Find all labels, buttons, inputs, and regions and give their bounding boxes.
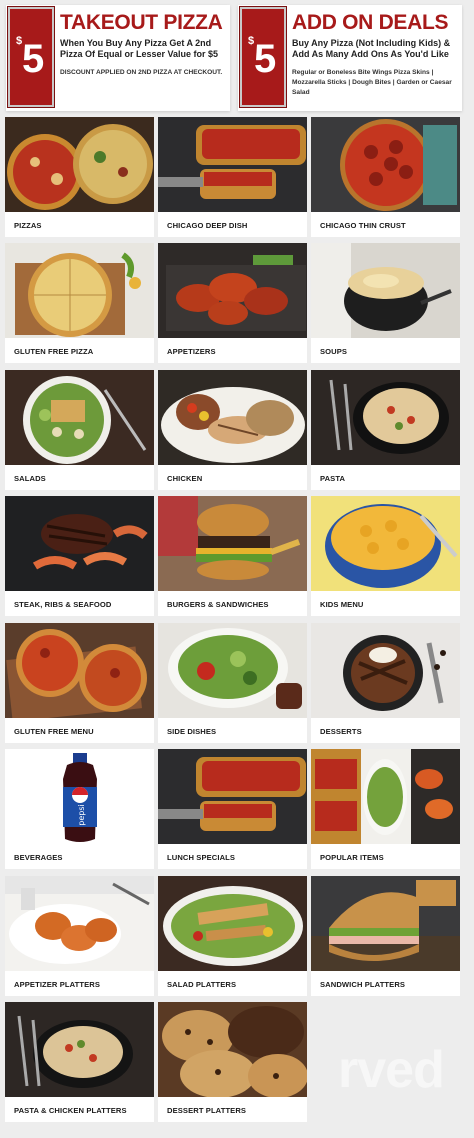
menu-category-card[interactable]: PIZZAS xyxy=(5,117,154,237)
menu-category-card[interactable]: LUNCH SPECIALS xyxy=(158,749,307,869)
menu-category-card[interactable]: PASTA xyxy=(311,370,460,490)
menu-category-card[interactable]: SOUPS xyxy=(311,243,460,363)
pasta-photo[interactable] xyxy=(311,370,460,465)
promo-note: DISCOUNT APPLIED ON 2ND PIZZA AT CHECKOU… xyxy=(60,69,223,76)
menu-category-card[interactable]: PASTA & CHICKEN PLATTERS xyxy=(5,1002,154,1122)
menu-category-label[interactable]: DESSERTS xyxy=(320,727,362,736)
takeout-pizza-promo[interactable]: $ 5 TAKEOUT PIZZA When You Buy Any Pizza… xyxy=(6,5,230,111)
menu-category-card[interactable]: BURGERS & SANDWICHES xyxy=(158,496,307,616)
menu-category-label[interactable]: PASTA xyxy=(320,474,345,483)
menu-category-label[interactable]: GLUTEN FREE PIZZA xyxy=(14,347,93,356)
menu-category-label[interactable]: STEAK, RIBS & SEAFOOD xyxy=(14,600,111,609)
promo-banners: $ 5 TAKEOUT PIZZA When You Buy Any Pizza… xyxy=(6,5,468,111)
menu-category-card[interactable]: SIDE DISHES xyxy=(158,623,307,743)
menu-category-label[interactable]: CHICAGO DEEP DISH xyxy=(167,221,247,230)
menu-category-card[interactable]: CHICAGO DEEP DISH xyxy=(158,117,307,237)
menu-category-label[interactable]: SANDWICH PLATTERS xyxy=(320,980,405,989)
menu-category-label[interactable]: KIDS MENU xyxy=(320,600,364,609)
promo-title: ADD ON DEALS xyxy=(292,11,449,34)
wings-photo[interactable] xyxy=(158,243,307,338)
chicken-photo[interactable] xyxy=(158,370,307,465)
menu-category-label[interactable]: GLUTEN FREE MENU xyxy=(14,727,94,736)
menu-category-label[interactable]: POPULAR ITEMS xyxy=(320,853,384,862)
menu-category-label[interactable]: APPETIZER PLATTERS xyxy=(14,980,100,989)
dessert-photo[interactable] xyxy=(311,623,460,718)
pizza-photo[interactable] xyxy=(5,117,154,212)
promo-subtitle: When You Buy Any Pizza Get A 2nd Pizza O… xyxy=(60,38,219,59)
menu-category-card[interactable]: pepsi BEVERAGES xyxy=(5,749,154,869)
menu-category-label[interactable]: CHICKEN xyxy=(167,474,202,483)
steak-photo[interactable] xyxy=(5,496,154,591)
pasta-platter-photo[interactable] xyxy=(5,1002,154,1097)
salad-platter-photo[interactable] xyxy=(158,876,307,971)
menu-category-card[interactable]: CHICKEN xyxy=(158,370,307,490)
svg-text:pepsi: pepsi xyxy=(77,804,86,825)
menu-category-label[interactable]: SOUPS xyxy=(320,347,347,356)
burger-photo[interactable] xyxy=(158,496,307,591)
thin-crust-photo[interactable] xyxy=(311,117,460,212)
appetizer-platter-photo[interactable] xyxy=(5,876,154,971)
menu-category-label[interactable]: DESSERT PLATTERS xyxy=(167,1106,246,1115)
menu-category-card[interactable]: GLUTEN FREE MENU xyxy=(5,623,154,743)
side-salad-photo[interactable] xyxy=(158,623,307,718)
price-badge: $ 5 xyxy=(7,6,55,108)
watermark-text: rved xyxy=(338,1041,445,1099)
menu-category-card[interactable]: POPULAR ITEMS xyxy=(311,749,460,869)
menu-category-card[interactable]: STEAK, RIBS & SEAFOOD xyxy=(5,496,154,616)
menu-category-card[interactable]: SALAD PLATTERS xyxy=(158,876,307,996)
lunch-special-photo[interactable] xyxy=(158,749,307,844)
add-on-deals-promo[interactable]: $ 5 ADD ON DEALS Buy Any Pizza (Not Incl… xyxy=(238,5,462,111)
cookie-platter-photo[interactable] xyxy=(158,1002,307,1097)
promo-subtitle: Buy Any Pizza (Not Including Kids) & Add… xyxy=(292,38,451,59)
gluten-free-pizza-photo[interactable] xyxy=(5,243,154,338)
menu-category-card[interactable]: GLUTEN FREE PIZZA xyxy=(5,243,154,363)
deep-dish-photo[interactable] xyxy=(158,117,307,212)
menu-category-card[interactable]: DESSERT PLATTERS xyxy=(158,1002,307,1122)
menu-category-label[interactable]: BURGERS & SANDWICHES xyxy=(167,600,269,609)
mac-cheese-photo[interactable] xyxy=(311,496,460,591)
salad-photo[interactable] xyxy=(5,370,154,465)
badge-amount: 5 xyxy=(22,37,45,81)
menu-category-card[interactable]: CHICAGO THIN CRUST xyxy=(311,117,460,237)
promo-note: Regular or Boneless Bite Wings Pizza Ski… xyxy=(292,69,452,96)
popular-items-photo[interactable] xyxy=(311,749,460,844)
soup-photo[interactable] xyxy=(311,243,460,338)
menu-category-label[interactable]: PIZZAS xyxy=(14,221,42,230)
menu-category-label[interactable]: CHICAGO THIN CRUST xyxy=(320,221,406,230)
menu-category-label[interactable]: SALADS xyxy=(14,474,46,483)
promo-title: TAKEOUT PIZZA xyxy=(60,11,223,34)
menu-category-card[interactable]: DESSERTS xyxy=(311,623,460,743)
menu-category-card[interactable]: SANDWICH PLATTERS xyxy=(311,876,460,996)
gluten-free-menu-photo[interactable] xyxy=(5,623,154,718)
menu-category-label[interactable]: SIDE DISHES xyxy=(167,727,216,736)
menu-category-card[interactable]: APPETIZER PLATTERS xyxy=(5,876,154,996)
sandwich-platter-photo[interactable] xyxy=(311,876,460,971)
menu-category-label[interactable]: BEVERAGES xyxy=(14,853,63,862)
menu-category-card[interactable]: KIDS MENU xyxy=(311,496,460,616)
menu-category-label[interactable]: SALAD PLATTERS xyxy=(167,980,236,989)
menu-category-label[interactable]: LUNCH SPECIALS xyxy=(167,853,235,862)
price-badge: $ 5 xyxy=(239,6,287,108)
menu-category-card[interactable]: APPETIZERS xyxy=(158,243,307,363)
menu-category-label[interactable]: PASTA & CHICKEN PLATTERS xyxy=(14,1106,127,1115)
menu-category-label[interactable]: APPETIZERS xyxy=(167,347,216,356)
badge-amount: 5 xyxy=(254,37,277,81)
pepsi-bottle-photo[interactable]: pepsi xyxy=(5,749,154,844)
menu-category-card[interactable]: SALADS xyxy=(5,370,154,490)
